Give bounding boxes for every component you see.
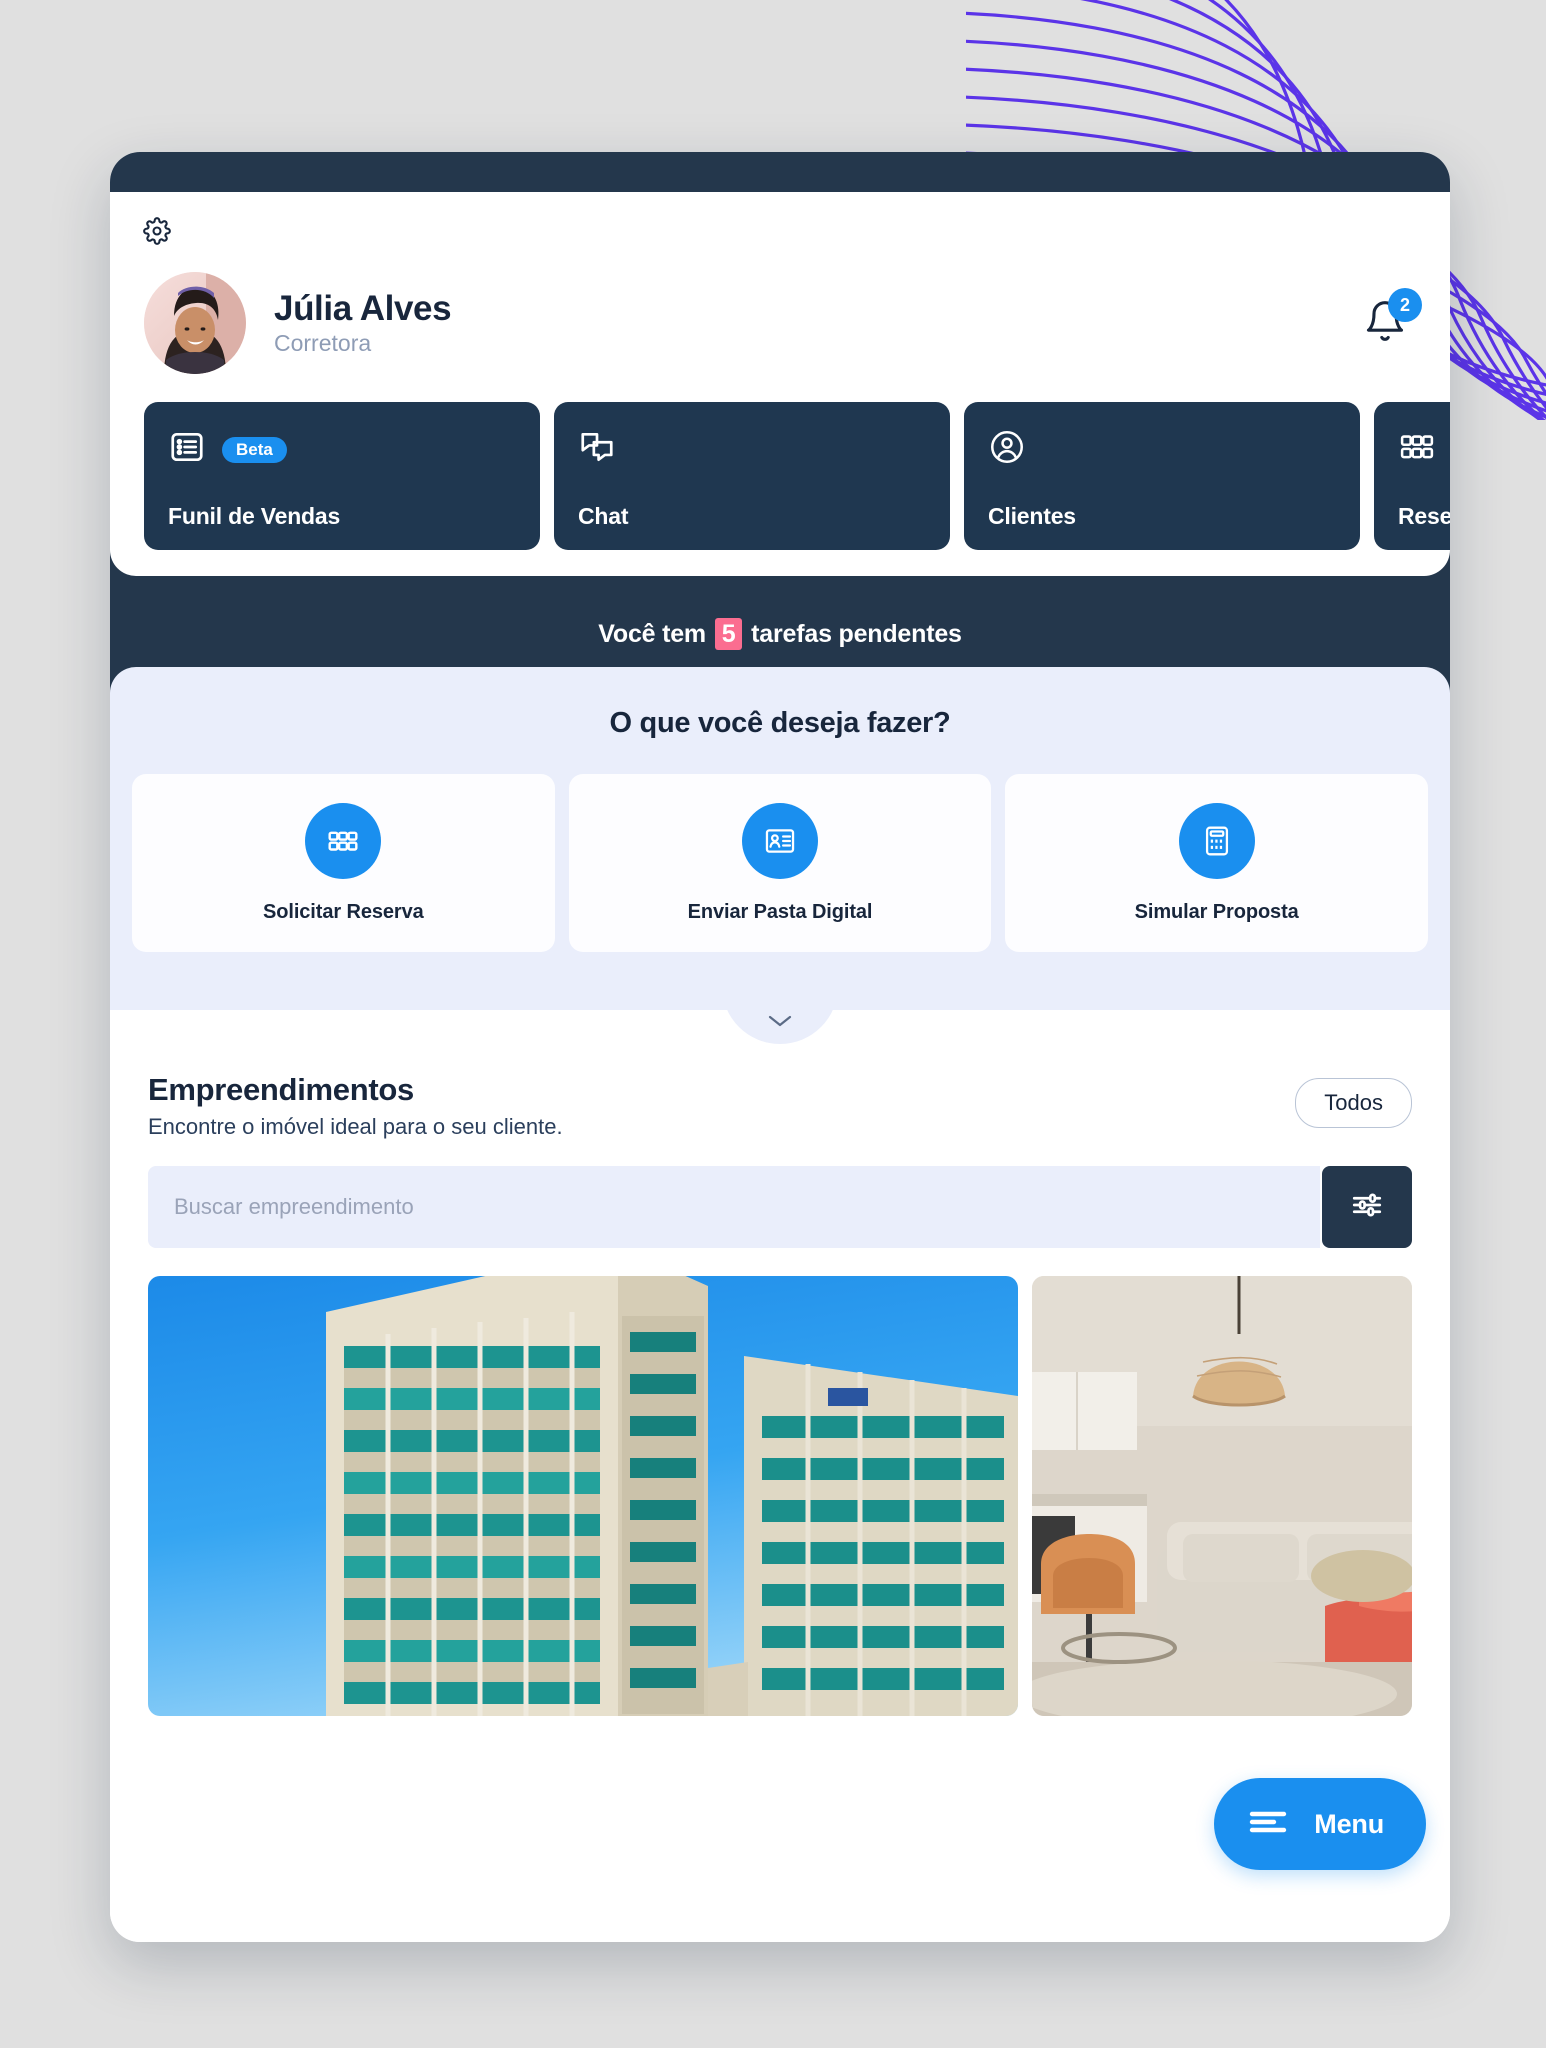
chevron-down-icon xyxy=(767,1013,793,1034)
calculator-icon xyxy=(1178,802,1255,879)
action-card-enviar-pasta-digital[interactable]: Enviar Pasta Digital xyxy=(568,774,992,952)
action-card-label: Solicitar Reserva xyxy=(263,900,424,923)
search-row xyxy=(148,1166,1412,1248)
id-card-icon xyxy=(742,802,818,879)
empreendimentos-section: Empreendimentos Encontre o imóvel ideal … xyxy=(110,1044,1450,1248)
tile-icon-row: Beta xyxy=(168,428,516,471)
tile-icon-row xyxy=(988,428,1336,471)
tile-icon-row xyxy=(1398,428,1450,471)
property-card-building[interactable] xyxy=(148,1276,1018,1716)
chat-bubbles-icon xyxy=(578,428,616,471)
tasks-suffix: tarefas pendentes xyxy=(751,620,962,648)
tasks-prefix: Você tem xyxy=(598,620,706,648)
property-list xyxy=(110,1248,1450,1716)
tasks-text: Você tem 5 tarefas pendentes xyxy=(598,618,962,650)
nav-tile-clientes[interactable]: Clientes xyxy=(964,402,1360,550)
app-scroll-area[interactable]: Júlia Alves Corretora 2 Beta Funil de Ve… xyxy=(110,192,1450,1942)
menu-fab-button[interactable]: Menu xyxy=(1214,1778,1426,1870)
tile-icon-row xyxy=(578,428,926,471)
empreendimentos-header: Empreendimentos Encontre o imóvel ideal … xyxy=(148,1072,1412,1140)
gear-icon[interactable] xyxy=(140,214,174,248)
notifications-button[interactable]: 2 xyxy=(1354,288,1422,354)
nav-tile-label: Chat xyxy=(578,503,629,529)
nav-tile-label: Clientes xyxy=(988,503,1076,529)
window-topbar xyxy=(110,152,1450,192)
section-subtitle: Encontre o imóvel ideal para o seu clien… xyxy=(148,1114,563,1139)
hamburger-icon xyxy=(1248,1807,1288,1842)
profile-role: Corretora xyxy=(274,330,372,357)
nav-tile-reserva[interactable]: Reserva xyxy=(1374,402,1450,550)
action-card-label: Simular Proposta xyxy=(1134,900,1299,923)
collapse-handle-wrap xyxy=(110,976,1450,1044)
action-card-solicitar-reserva[interactable]: Solicitar Reserva xyxy=(132,774,555,952)
search-input[interactable] xyxy=(148,1166,1320,1248)
quick-actions-row: Solicitar Reserva Enviar Pasta Digital S… xyxy=(110,774,1450,952)
nav-tile-funil-de-vendas[interactable]: Beta Funil de Vendas xyxy=(144,402,540,550)
settings-row xyxy=(110,192,1450,250)
grid-icon xyxy=(305,802,382,879)
filter-button[interactable] xyxy=(1322,1166,1412,1248)
nav-tile-chat[interactable]: Chat xyxy=(554,402,950,550)
quick-actions-title: O que você deseja fazer? xyxy=(609,707,951,739)
action-card-label: Enviar Pasta Digital xyxy=(687,900,873,923)
notification-count-badge: 2 xyxy=(1388,288,1422,322)
nav-tile-label: Reserva xyxy=(1398,503,1450,529)
avatar[interactable] xyxy=(144,272,246,374)
property-card-interior[interactable] xyxy=(1032,1276,1412,1716)
app-window: Júlia Alves Corretora 2 Beta Funil de Ve… xyxy=(110,152,1450,1942)
user-circle-icon xyxy=(988,428,1026,471)
nav-tiles[interactable]: Beta Funil de Vendas Chat Clientes Rese xyxy=(110,374,1450,550)
filter-pill-todos[interactable]: Todos xyxy=(1295,1078,1412,1128)
page-title: Júlia Alves xyxy=(274,288,452,328)
empreendimentos-heading-block: Empreendimentos Encontre o imóvel ideal … xyxy=(148,1072,563,1140)
grid-icon xyxy=(1398,428,1436,471)
action-card-simular-proposta[interactable]: Simular Proposta xyxy=(1005,774,1429,952)
profile-text: Júlia Alves Corretora xyxy=(274,288,452,357)
header-card: Júlia Alves Corretora 2 Beta Funil de Ve… xyxy=(110,192,1450,576)
section-title: Empreendimentos xyxy=(148,1072,414,1107)
collapse-panel-button[interactable] xyxy=(722,976,838,1044)
tasks-count-badge: 5 xyxy=(714,618,743,650)
profile-row: Júlia Alves Corretora 2 xyxy=(110,250,1450,374)
list-icon xyxy=(168,428,206,471)
nav-tile-label: Funil de Vendas xyxy=(168,503,341,529)
sliders-icon xyxy=(1349,1187,1385,1228)
beta-badge: Beta xyxy=(222,436,287,463)
menu-fab-label: Menu xyxy=(1314,1808,1384,1839)
quick-actions-panel: O que você deseja fazer? Solicitar Reser… xyxy=(110,667,1450,1010)
